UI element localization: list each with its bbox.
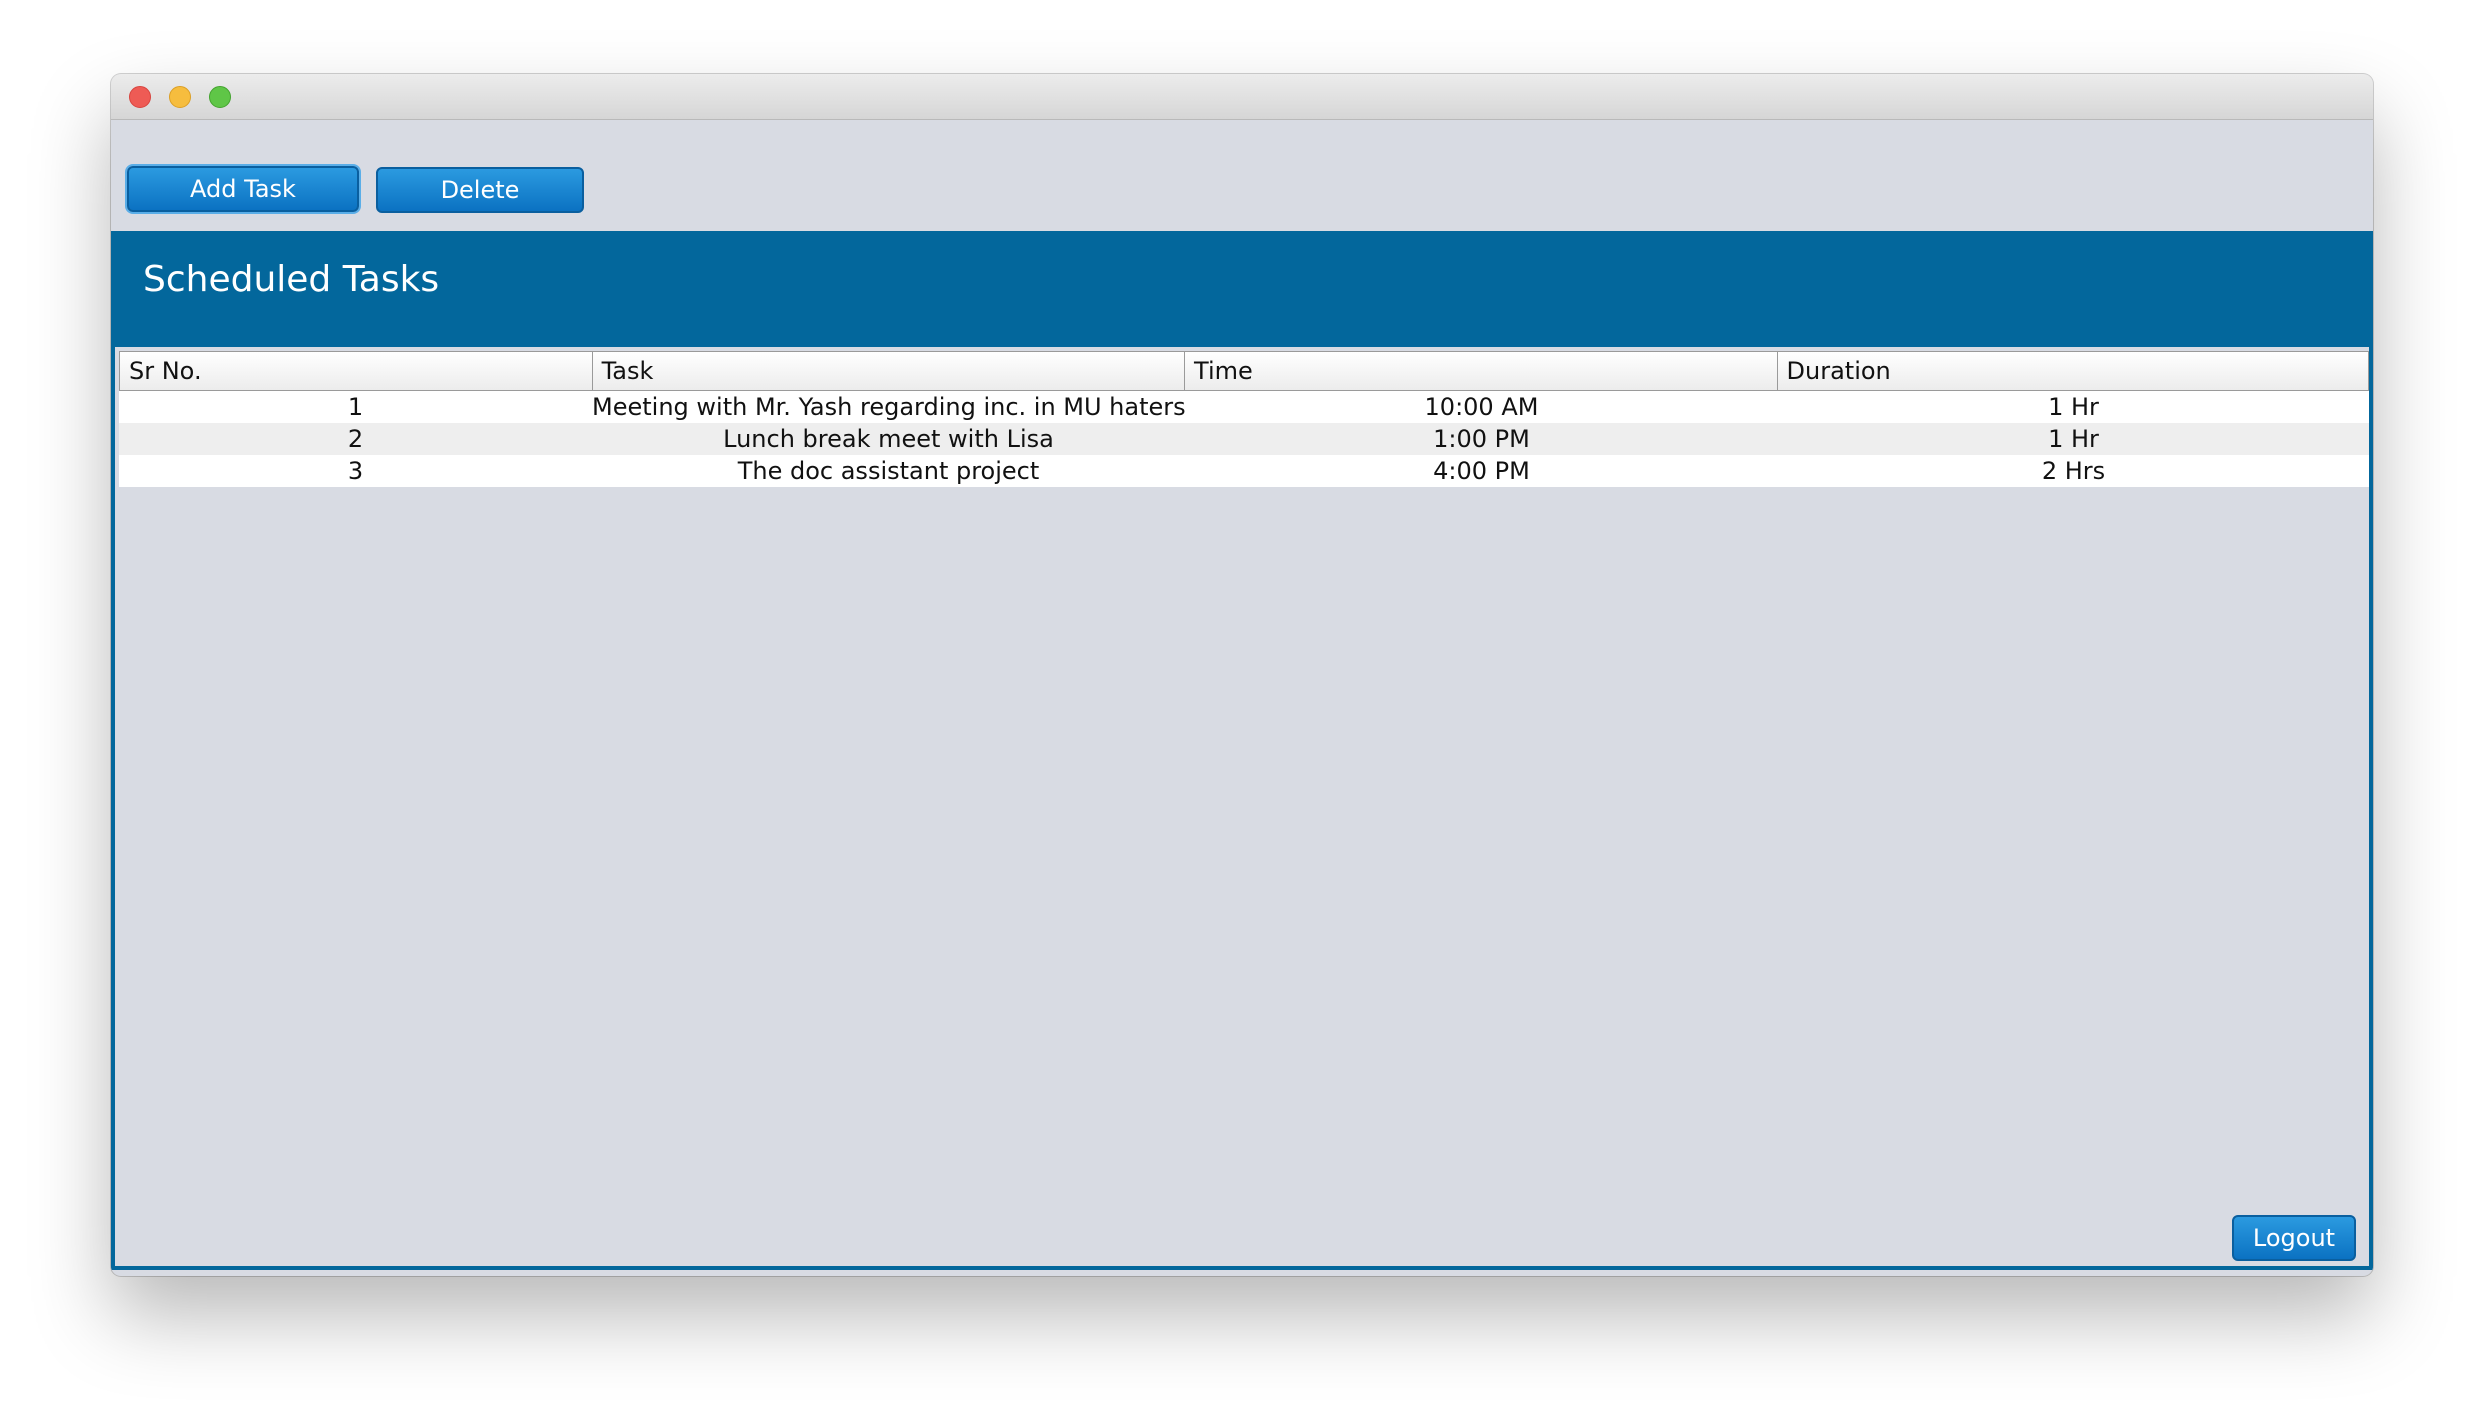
cell-task: Meeting with Mr. Yash regarding inc. in … <box>592 393 1186 421</box>
maximize-window-button[interactable] <box>209 86 231 108</box>
minimize-window-button[interactable] <box>169 86 191 108</box>
cell-task: Lunch break meet with Lisa <box>723 425 1054 453</box>
add-task-button[interactable]: Add Task <box>127 166 359 212</box>
cell-sr-no: 3 <box>347 457 364 485</box>
table-header: Sr No. Task Time Duration <box>119 351 2369 391</box>
cell-duration: 1 Hr <box>2048 393 2099 421</box>
logout-button[interactable]: Logout <box>2232 1215 2356 1261</box>
page-title: Scheduled Tasks <box>143 259 440 300</box>
delete-button[interactable]: Delete <box>376 167 584 213</box>
app-window: Add Task Delete Scheduled Tasks Sr No. T… <box>111 74 2373 1276</box>
cell-sr-no: 1 <box>347 393 364 421</box>
cell-time: 1:00 PM <box>1433 425 1530 453</box>
column-header-duration[interactable]: Duration <box>1778 352 2368 390</box>
column-header-task[interactable]: Task <box>593 352 1186 390</box>
column-header-time[interactable]: Time <box>1185 352 1778 390</box>
table-row[interactable]: 2 Lunch break meet with Lisa 1:00 PM 1 H… <box>119 423 2369 455</box>
cell-duration: 2 Hrs <box>2041 457 2106 485</box>
table-row[interactable]: 1 Meeting with Mr. Yash regarding inc. i… <box>119 391 2369 423</box>
column-header-sr-no[interactable]: Sr No. <box>120 352 593 390</box>
cell-time: 4:00 PM <box>1433 457 1530 485</box>
cell-duration: 1 Hr <box>2048 425 2099 453</box>
tasks-table[interactable]: Sr No. Task Time Duration 1 Meeting with… <box>119 351 2369 487</box>
close-window-button[interactable] <box>129 86 151 108</box>
tasks-table-container: Sr No. Task Time Duration 1 Meeting with… <box>111 347 2373 1270</box>
cell-sr-no: 2 <box>347 425 364 453</box>
header-banner: Scheduled Tasks <box>111 231 2373 347</box>
table-row[interactable]: 3 The doc assistant project 4:00 PM 2 Hr… <box>119 455 2369 487</box>
title-bar[interactable] <box>111 74 2373 120</box>
cell-task: The doc assistant project <box>737 457 1040 485</box>
cell-time: 10:00 AM <box>1424 393 1539 421</box>
